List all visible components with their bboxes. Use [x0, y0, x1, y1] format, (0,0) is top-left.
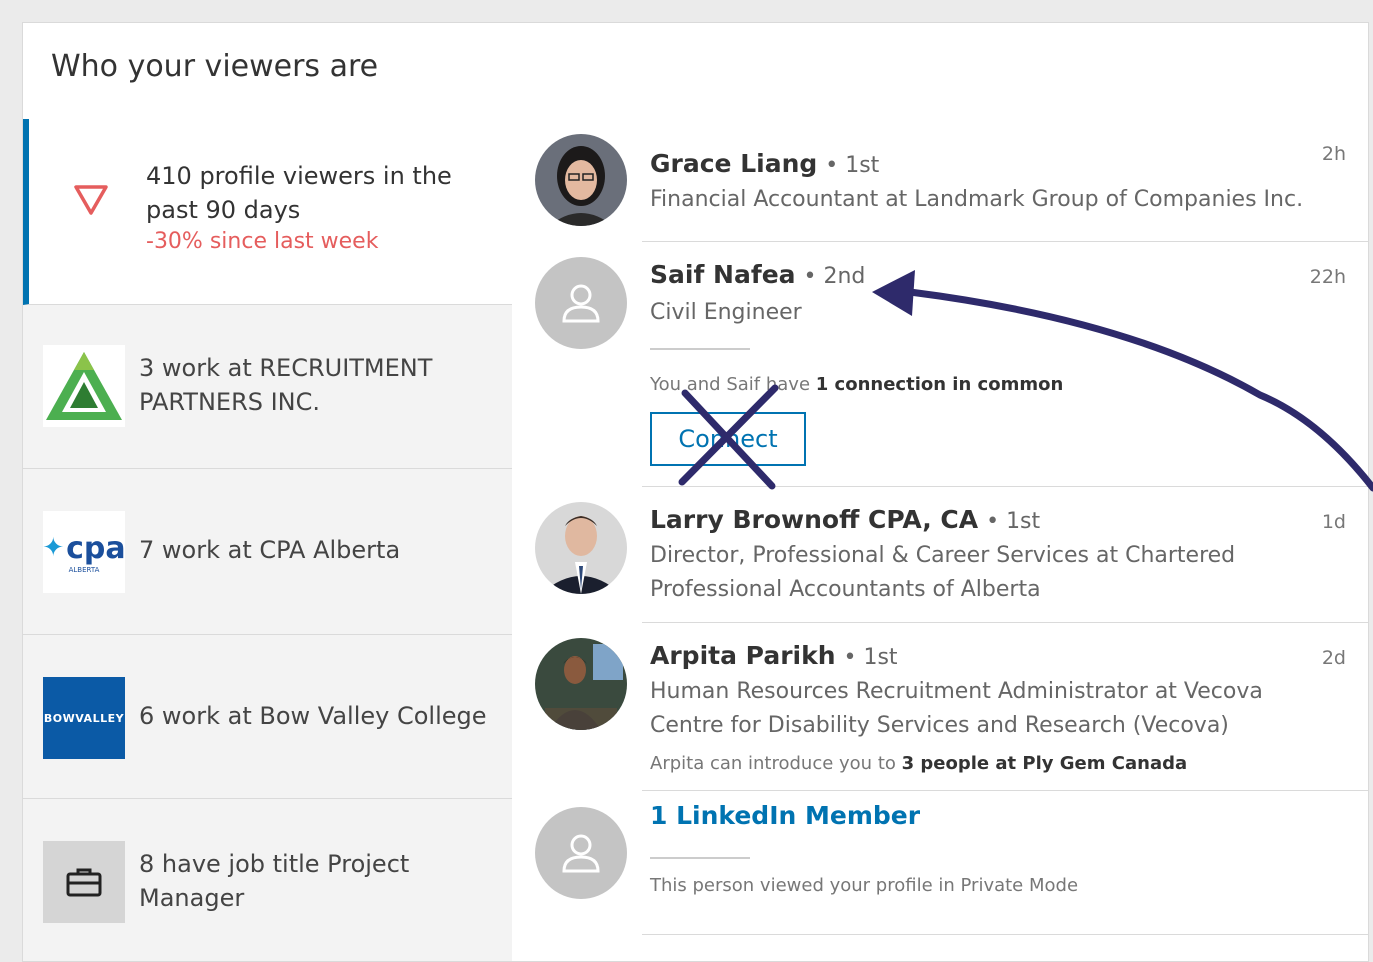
person-icon: [562, 284, 600, 323]
viewer-name[interactable]: Saif Nafea: [650, 260, 796, 289]
viewer-item[interactable]: 1 LinkedIn Member This person viewed you…: [512, 791, 1368, 935]
avatar[interactable]: [535, 134, 627, 226]
trend-down-icon: [73, 183, 109, 221]
viewer-name-line: Grace Liang • 1st: [650, 149, 880, 178]
view-time: 1d: [1321, 511, 1346, 533]
view-time: 2h: [1321, 143, 1346, 165]
viewer-name[interactable]: Arpita Parikh: [650, 641, 836, 670]
divider: [650, 348, 750, 350]
stat-job-title[interactable]: 8 have job title Project Manager: [23, 799, 512, 959]
viewer-headline: Civil Engineer: [650, 300, 802, 325]
viewer-headline: Director, Professional & Career Services…: [650, 543, 1236, 602]
viewer-content: Arpita Parikh • 1st Human Resources Recr…: [642, 623, 1368, 791]
person-icon: [562, 834, 600, 873]
stats-column: 410 profile viewers in the past 90 days …: [23, 119, 513, 961]
stat-label: 8 have job title Project Manager: [139, 850, 410, 912]
viewer-item[interactable]: Arpita Parikh • 1st Human Resources Recr…: [512, 623, 1368, 791]
avatar[interactable]: [535, 502, 627, 594]
viewer-headline: Financial Accountant at Landmark Group o…: [650, 187, 1304, 212]
stat-label: 3 work at RECRUITMENT PARTNERS INC.: [139, 354, 433, 416]
viewer-item[interactable]: Larry Brownoff CPA, CA • 1st Director, P…: [512, 487, 1368, 623]
recruitment-partners-logo: [43, 345, 125, 427]
avatar-placeholder[interactable]: [535, 807, 627, 899]
viewer-item[interactable]: Saif Nafea • 2nd Civil Engineer 22h You …: [512, 242, 1368, 487]
cpa-alberta-logo: ✦ cpa ALBERTA: [42, 511, 126, 593]
bow-valley-logo: BOWVALLEY: [43, 677, 125, 759]
stat-company-recruitment-partners[interactable]: 3 work at RECRUITMENT PARTNERS INC.: [23, 305, 512, 469]
connect-button[interactable]: Connect: [650, 412, 806, 466]
viewer-content: 1 LinkedIn Member This person viewed you…: [642, 791, 1368, 935]
briefcase-icon: [43, 841, 125, 923]
card-header: Who your viewers are: [23, 23, 1368, 120]
stat-company-cpa-alberta[interactable]: ✦ cpa ALBERTA 7 work at CPA Alberta: [23, 469, 512, 635]
connection-degree: 1st: [1006, 509, 1041, 534]
card-title: Who your viewers are: [51, 49, 379, 84]
viewers-card: Who your viewers are 410 profile viewers…: [22, 22, 1369, 962]
viewer-content: Larry Brownoff CPA, CA • 1st Director, P…: [642, 487, 1368, 623]
view-time: 22h: [1309, 266, 1346, 288]
avatar-placeholder[interactable]: [535, 257, 627, 349]
viewers-list: Grace Liang • 1st Financial Accountant a…: [512, 119, 1368, 961]
views-change: -30% since last week: [146, 229, 379, 254]
viewer-name-line: Larry Brownoff CPA, CA • 1st: [650, 505, 1041, 534]
connection-degree: 2nd: [823, 264, 866, 289]
stat-profile-views[interactable]: 410 profile viewers in the past 90 days …: [23, 119, 512, 305]
avatar[interactable]: [535, 638, 627, 730]
linkedin-member-link[interactable]: 1 LinkedIn Member: [650, 801, 920, 830]
viewer-content: Grace Liang • 1st Financial Accountant a…: [642, 119, 1368, 242]
viewer-content: Saif Nafea • 2nd Civil Engineer 22h You …: [642, 242, 1368, 487]
stat-company-bow-valley[interactable]: BOWVALLEY 6 work at Bow Valley College: [23, 635, 512, 799]
profile-viewers-count: 410 profile viewers in the past 90 days: [146, 162, 452, 224]
connections-in-common: You and Saif have 1 connection in common: [650, 374, 1064, 395]
viewer-name-line: Arpita Parikh • 1st: [650, 641, 898, 670]
connection-degree: 1st: [845, 153, 880, 178]
viewer-name[interactable]: Grace Liang: [650, 149, 817, 178]
viewer-item[interactable]: Grace Liang • 1st Financial Accountant a…: [512, 119, 1368, 242]
private-mode-note: This person viewed your profile in Priva…: [650, 875, 1079, 896]
viewer-name-line: Saif Nafea • 2nd: [650, 260, 866, 289]
viewer-headline: Human Resources Recruitment Administrato…: [650, 679, 1263, 738]
introduction-note: Arpita can introduce you to 3 people at …: [650, 753, 1188, 774]
view-time: 2d: [1321, 647, 1346, 669]
connection-degree: 1st: [863, 645, 898, 670]
stat-label: 6 work at Bow Valley College: [139, 702, 487, 730]
divider: [650, 857, 750, 859]
viewer-name[interactable]: Larry Brownoff CPA, CA: [650, 505, 978, 534]
stat-label: 7 work at CPA Alberta: [139, 536, 401, 564]
